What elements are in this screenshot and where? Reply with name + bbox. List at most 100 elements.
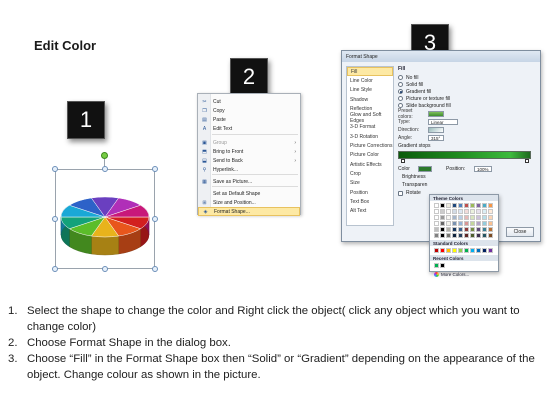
color-swatch[interactable]	[434, 248, 439, 253]
color-swatch[interactable]	[440, 221, 445, 226]
context-menu-item[interactable]: ◈ Format Shape...	[198, 207, 300, 216]
gradient-stop[interactable]	[401, 159, 405, 163]
resize-handle-b[interactable]	[102, 266, 108, 272]
context-menu-item[interactable]: ⬒ Bring to Front ›	[198, 147, 300, 156]
angle-input[interactable]: 315°	[428, 135, 444, 141]
color-swatch[interactable]	[440, 227, 445, 232]
sidebar-item[interactable]: Shadow	[347, 95, 393, 104]
color-swatch[interactable]	[488, 209, 493, 214]
color-swatch[interactable]	[458, 209, 463, 214]
pie-3d-shape[interactable]	[55, 190, 155, 260]
color-swatch[interactable]	[470, 203, 475, 208]
fill-option[interactable]: Gradient fill	[398, 88, 538, 95]
context-menu-item[interactable]: ▣ Group ›	[198, 138, 300, 147]
context-menu-item[interactable]: ✂ Cut	[198, 97, 300, 106]
preset-colors-dropdown[interactable]	[428, 111, 444, 117]
color-swatch[interactable]	[458, 221, 463, 226]
color-swatch[interactable]	[476, 209, 481, 214]
color-swatch[interactable]	[458, 233, 463, 238]
context-menu-item[interactable]: Set as Default Shape	[198, 189, 300, 198]
rotate-checkbox[interactable]	[398, 190, 403, 196]
sidebar-item[interactable]: Position	[347, 188, 393, 197]
sidebar-item[interactable]: 3-D Rotation	[347, 132, 393, 141]
color-swatch[interactable]	[452, 227, 457, 232]
color-swatch[interactable]	[464, 209, 469, 214]
context-menu-item[interactable]: ⚲ Hyperlink...	[198, 165, 300, 174]
rotation-handle[interactable]	[101, 152, 108, 159]
color-swatch[interactable]	[464, 233, 469, 238]
direction-dropdown[interactable]	[428, 127, 444, 133]
color-swatch[interactable]	[470, 221, 475, 226]
color-swatch[interactable]	[458, 215, 463, 220]
color-swatch[interactable]	[488, 215, 493, 220]
color-swatch[interactable]	[458, 203, 463, 208]
color-swatch[interactable]	[470, 215, 475, 220]
resize-handle-bl[interactable]	[52, 266, 58, 272]
sidebar-item[interactable]: Crop	[347, 169, 393, 178]
color-swatch[interactable]	[476, 203, 481, 208]
sidebar-item[interactable]: Picture Corrections	[347, 141, 393, 150]
color-swatch[interactable]	[452, 203, 457, 208]
color-swatch[interactable]	[440, 233, 445, 238]
color-swatch[interactable]	[440, 209, 445, 214]
color-swatch[interactable]	[434, 203, 439, 208]
context-menu-item[interactable]: ▦ Save as Picture...	[198, 177, 300, 186]
color-swatch[interactable]	[476, 227, 481, 232]
color-swatch[interactable]	[464, 203, 469, 208]
sidebar-item[interactable]: 3-D Format	[347, 123, 393, 132]
color-swatch[interactable]	[470, 233, 475, 238]
color-swatch[interactable]	[482, 209, 487, 214]
sidebar-item[interactable]: Size	[347, 179, 393, 188]
color-swatch[interactable]	[488, 233, 493, 238]
color-swatch[interactable]	[434, 221, 439, 226]
color-swatch[interactable]	[482, 248, 487, 253]
color-swatch[interactable]	[476, 233, 481, 238]
resize-handle-t[interactable]	[102, 166, 108, 172]
sidebar-item[interactable]: Fill	[347, 67, 393, 77]
color-swatch[interactable]	[440, 215, 445, 220]
position-input[interactable]: 100%	[474, 166, 492, 172]
color-swatch[interactable]	[446, 209, 451, 214]
color-swatch[interactable]	[476, 221, 481, 226]
color-swatch[interactable]	[440, 263, 445, 268]
sidebar-item[interactable]: Glow and Soft Edges	[347, 112, 393, 124]
sidebar-item[interactable]: Line Style	[347, 86, 393, 95]
context-menu-item[interactable]: ▤ Paste	[198, 115, 300, 124]
more-colors-item[interactable]: More Colors...	[430, 270, 498, 279]
color-swatch[interactable]	[464, 248, 469, 253]
resize-handle-tl[interactable]	[52, 166, 58, 172]
sidebar-item[interactable]: Line Color	[347, 76, 393, 85]
sidebar-item[interactable]: Alt Text	[347, 206, 393, 215]
color-swatch[interactable]	[488, 221, 493, 226]
color-swatch[interactable]	[458, 227, 463, 232]
color-dropdown[interactable]	[418, 166, 432, 172]
resize-handle-br[interactable]	[152, 266, 158, 272]
context-menu-item[interactable]: ❐ Copy	[198, 106, 300, 115]
color-swatch[interactable]	[482, 233, 487, 238]
color-swatch[interactable]	[488, 248, 493, 253]
radio-button[interactable]	[398, 82, 403, 87]
sidebar-item[interactable]: Text Box	[347, 197, 393, 206]
color-swatch[interactable]	[434, 209, 439, 214]
gradient-stop[interactable]	[525, 159, 529, 163]
type-dropdown[interactable]: Linear	[428, 119, 458, 125]
color-swatch[interactable]	[452, 233, 457, 238]
color-swatch[interactable]	[464, 221, 469, 226]
gradient-stops-bar[interactable]	[398, 151, 531, 163]
color-swatch[interactable]	[476, 215, 481, 220]
color-swatch[interactable]	[434, 263, 439, 268]
resize-handle-tr[interactable]	[152, 166, 158, 172]
context-menu-item[interactable]: ⊞ Size and Position...	[198, 198, 300, 207]
color-swatch[interactable]	[488, 227, 493, 232]
radio-button[interactable]	[398, 75, 403, 80]
color-swatch[interactable]	[470, 227, 475, 232]
color-swatch[interactable]	[482, 215, 487, 220]
color-swatch[interactable]	[452, 215, 457, 220]
sidebar-item[interactable]: Picture Color	[347, 151, 393, 160]
color-swatch[interactable]	[452, 221, 457, 226]
sidebar-item[interactable]: Artistic Effects	[347, 160, 393, 169]
color-swatch[interactable]	[446, 215, 451, 220]
close-button[interactable]: Close	[506, 227, 534, 237]
fill-option[interactable]: Solid fill	[398, 81, 538, 88]
color-swatch[interactable]	[464, 227, 469, 232]
